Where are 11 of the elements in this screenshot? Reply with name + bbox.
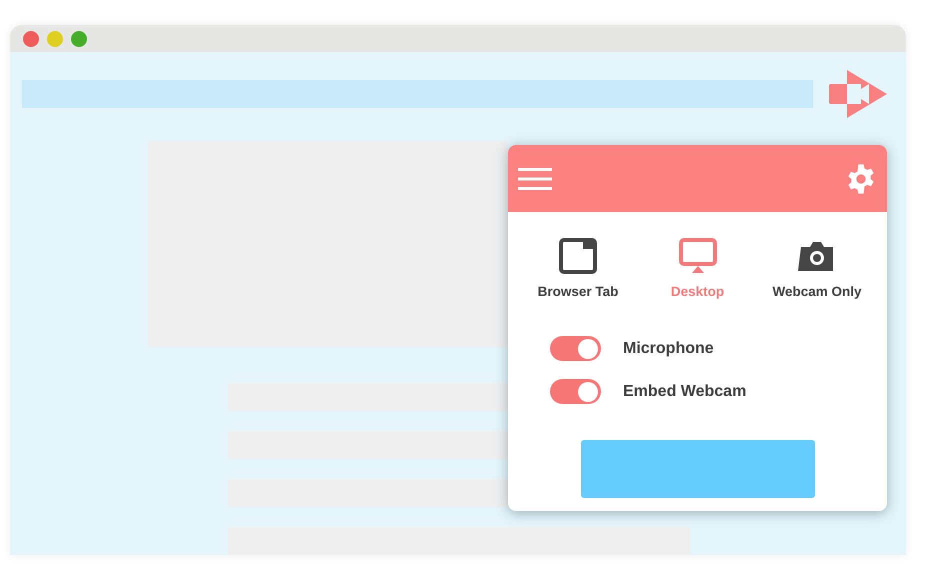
toggle-label: Microphone [623, 338, 714, 359]
toggle-label: Embed Webcam [623, 382, 746, 402]
logo-icon [829, 70, 889, 118]
monitor-icon [678, 238, 716, 274]
toggle-switch[interactable] [550, 379, 601, 404]
mode-tab[interactable]: Browser Tab [528, 238, 628, 302]
start-button[interactable] [580, 440, 814, 498]
menu-icon[interactable] [518, 166, 552, 190]
toggle-switch[interactable] [550, 336, 601, 362]
browser-tab-icon [559, 238, 597, 274]
mode-tab[interactable]: Webcam Only [767, 238, 867, 302]
